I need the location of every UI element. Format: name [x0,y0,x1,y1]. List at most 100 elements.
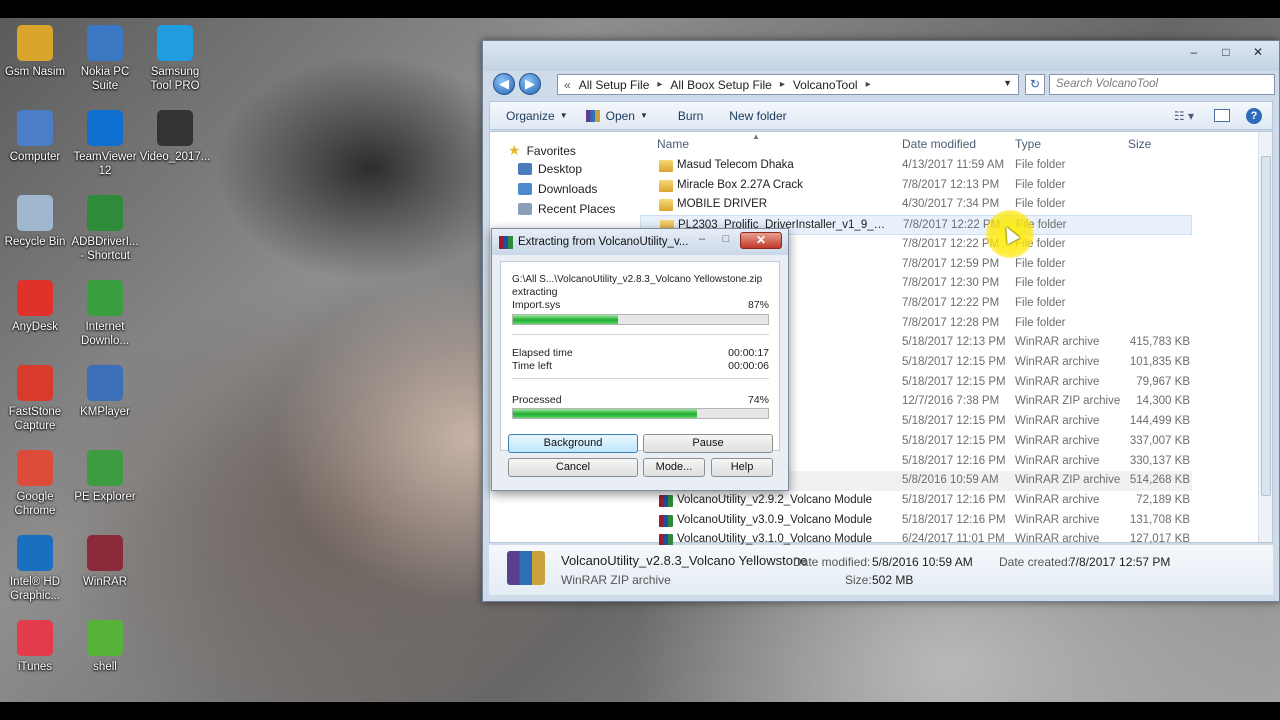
file-size: 101,835 KB [1129,356,1190,368]
nav-desktop-label: Desktop [538,162,583,176]
desktop-icon[interactable]: FastStone Capture [0,365,73,433]
view-options-icon[interactable]: ☷ ▾ [1174,109,1194,123]
address-dropdown-icon[interactable]: ▼ [1003,78,1012,88]
app-icon [87,110,123,146]
breadcrumb-prefix: « [564,77,571,92]
mode-button[interactable]: Mode... [643,458,705,477]
app-icon [17,280,53,316]
back-arrow-icon[interactable]: ◀ [493,73,515,95]
desktop-icon[interactable]: Computer [0,110,73,164]
file-name: VolcanoUtility_v2.9.2_Volcano Module [677,493,872,506]
refresh-icon[interactable]: ↻ [1025,74,1045,95]
search-input[interactable]: Search VolcanoTool [1049,74,1275,95]
desktop-icon[interactable]: Nokia PC Suite [67,25,143,93]
organize-button[interactable]: Organize [506,109,555,123]
address-row: ◀ ▶ « All Setup File ▸ All Boox Setup Fi… [489,71,1275,99]
file-progress-bar [512,314,769,325]
new-folder-button[interactable]: New folder [729,109,786,123]
breadcrumb-separator-icon: ▸ [657,79,663,90]
forward-arrow-icon[interactable]: ▶ [519,73,541,95]
column-header-date[interactable]: Date modified [902,137,976,151]
file-date: 6/24/2017 11:01 PM [902,533,1005,546]
desktop-icon[interactable]: ADBDriverI... - Shortcut [67,195,143,263]
vertical-scrollbar[interactable] [1258,132,1272,542]
address-bar[interactable]: « All Setup File ▸ All Boox Setup File ▸… [557,74,1019,95]
breadcrumb-item[interactable]: VolcanoTool [793,78,858,92]
desktop-icon-label: WinRAR [82,576,128,588]
desktop-icon[interactable]: TeamViewer 12 [67,110,143,178]
sort-arrow-icon: ▲ [752,132,760,141]
desktop-icon[interactable]: shell [67,620,143,674]
background-button[interactable]: Background [508,434,638,453]
file-date: 5/18/2017 12:15 PM [902,356,1006,368]
desktop-icon-label: KMPlayer [80,406,130,418]
file-date: 5/18/2017 12:15 PM [902,375,1006,388]
details-size: 502 MB [872,573,914,587]
desktop-icon[interactable]: Intel® HD Graphic... [0,535,73,603]
file-row[interactable]: VolcanoUtility_v3.0.9_Volcano Module 5/18… [640,511,1192,531]
breadcrumb-item[interactable]: All Setup File [579,78,650,92]
file-size: 415,783 KB [1129,336,1190,349]
app-icon [17,365,53,401]
dialog-minimize-button[interactable]: ‒ [690,232,714,249]
minimize-button[interactable]: ‒ [1179,43,1209,61]
file-row[interactable]: MOBILE DRIVER 4/30/2017 7:34 PM File folde… [640,195,1192,215]
open-button[interactable]: Open [606,109,635,123]
nav-recent-places[interactable]: Recent Places [518,202,615,216]
downloads-icon [518,183,532,195]
desktop-icon[interactable]: KMPlayer [67,365,143,419]
app-icon [17,450,53,486]
desktop-icon-label: PE Explorer [74,491,136,503]
desktop-icon[interactable]: WinRAR [67,535,143,589]
file-row[interactable]: Masud Telecom Dhaka 4/13/2017 11:59 AM Fil… [640,156,1192,176]
file-row[interactable]: Miracle Box 2.27A Crack 7/8/2017 12:13 PM… [640,176,1192,196]
file-date: 7/8/2017 12:28 PM [902,316,1000,329]
file-row[interactable]: VolcanoUtility_v2.9.2_Volcano Module 5/18… [640,491,1192,511]
scrollbar-thumb[interactable] [1261,156,1271,496]
desktop-icon[interactable]: Google Chrome [0,450,73,518]
column-header-size[interactable]: Size [1128,137,1151,151]
help-button[interactable]: Help [711,458,773,477]
desktop-icon[interactable]: AnyDesk [0,280,73,334]
file-name: MOBILE DRIVER [677,198,768,211]
file-date: 5/8/2016 10:59 AM [902,474,999,487]
app-icon [157,110,193,146]
dialog-maximize-button[interactable]: □ [714,232,738,249]
file-type: WinRAR archive [1015,493,1100,506]
app-icon [87,450,123,486]
desktop-icon[interactable]: Samsung Tool PRO [137,25,213,93]
preview-pane-icon[interactable] [1214,109,1230,122]
burn-button[interactable]: Burn [678,109,703,123]
nav-favorites[interactable]: ★ Favorites [508,142,576,159]
desktop-icon-label: Google Chrome [14,491,56,517]
desktop-icon[interactable]: iTunes [0,620,73,674]
nav-desktop[interactable]: Desktop [518,162,582,176]
desktop-icon[interactable]: PE Explorer [67,450,143,504]
close-button[interactable]: ✕ [1243,43,1273,61]
dialog-close-button[interactable]: ✕ [740,232,782,249]
file-size: 14,300 KB [1136,395,1190,408]
file-date: 5/18/2017 12:15 PM [902,434,1006,447]
desktop-icon[interactable]: Recycle Bin [0,195,73,249]
extraction-dialog: Extracting from VolcanoUtility_v... ‒ □ … [491,228,789,491]
nav-favorites-label: Favorites [526,143,576,158]
file-type: WinRAR archive [1015,434,1100,447]
nav-downloads[interactable]: Downloads [518,182,597,196]
archive-icon [659,514,673,527]
desktop-icon[interactable]: Video_2017... [137,110,213,164]
desktop-icon-label: Recycle Bin [4,236,66,248]
app-icon [17,195,53,231]
column-header-type[interactable]: Type [1015,137,1041,151]
maximize-button[interactable]: □ [1211,43,1241,61]
file-date: 12/7/2016 7:38 PM [902,395,1000,408]
divider [512,378,769,379]
folder-icon [659,179,673,192]
cancel-button[interactable]: Cancel [508,458,638,477]
help-icon[interactable]: ? [1246,107,1262,124]
desktop-icon[interactable]: Gsm Nasim [0,25,73,79]
desktop-icon[interactable]: Internet Downlo... [67,280,143,348]
pause-button[interactable]: Pause [643,434,773,453]
column-header-name[interactable]: Name [657,137,689,151]
command-toolbar: Organize ▼ Open ▼ Burn New folder ☷ ▾ ? [489,101,1273,130]
breadcrumb-item[interactable]: All Boox Setup File [670,78,771,92]
